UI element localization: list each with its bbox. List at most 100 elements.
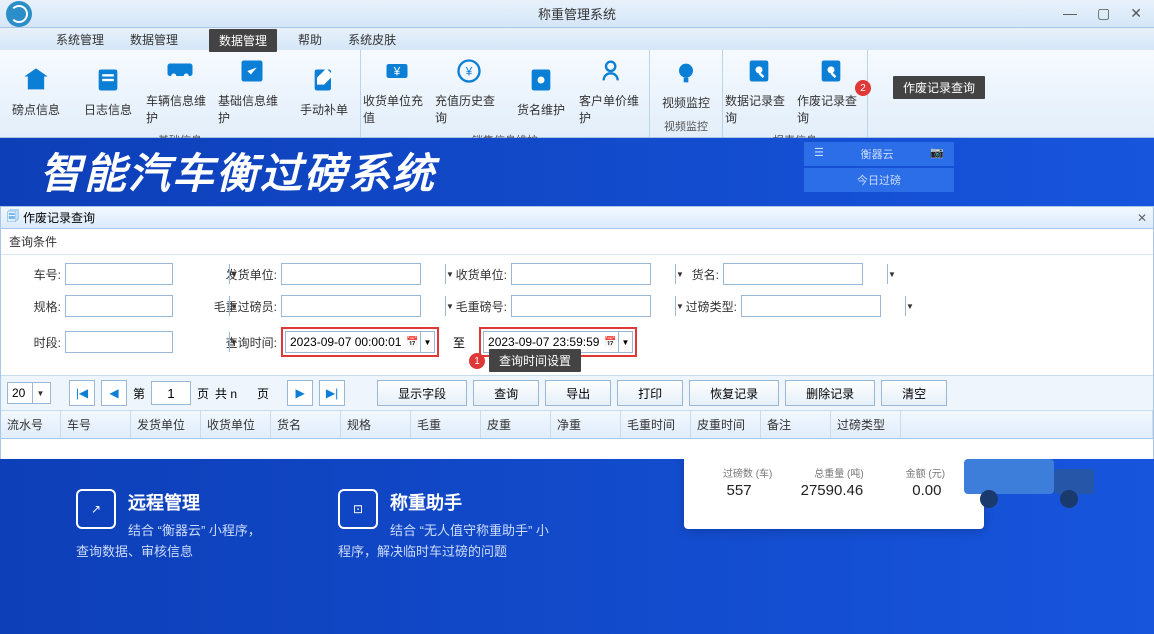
menu-data[interactable]: 数据管理 bbox=[120, 29, 188, 50]
input-from-date[interactable]: 📅▼ bbox=[285, 331, 435, 353]
input-period[interactable]: ▼ bbox=[65, 331, 173, 353]
query-button[interactable]: 查询 bbox=[473, 380, 539, 406]
label-di: 第 bbox=[133, 385, 145, 402]
col-net: 净重 bbox=[551, 411, 621, 438]
last-page-button[interactable]: ▶| bbox=[319, 380, 345, 406]
col-tare: 皮重 bbox=[481, 411, 551, 438]
input-spec[interactable]: ▼ bbox=[65, 295, 173, 317]
input-weigh-type[interactable]: ▼ bbox=[741, 295, 881, 317]
maximize-button[interactable]: ▢ bbox=[1091, 3, 1116, 24]
col-serial: 流水号 bbox=[1, 411, 61, 438]
panel-icon: 🗐 bbox=[7, 207, 19, 228]
dropdown-icon[interactable]: ▼ bbox=[229, 296, 238, 316]
dropdown-icon[interactable]: ▼ bbox=[445, 296, 454, 316]
delete-button[interactable]: 删除记录 bbox=[785, 380, 875, 406]
show-fields-button[interactable]: 显示字段 bbox=[377, 380, 467, 406]
panel-title: 作废记录查询 bbox=[23, 209, 95, 226]
window-controls: — ▢ ✕ bbox=[1057, 3, 1148, 24]
dropdown-icon[interactable]: ▼ bbox=[229, 332, 238, 352]
void-query-panel: 🗐 作废记录查询 ✕ 查询条件 车号: ▼ 发货单位: ▼ 收货单位: ▼ 货名… bbox=[0, 206, 1154, 472]
btn-vehicle-info[interactable]: 车辆信息维护 bbox=[144, 50, 216, 130]
page-size-select[interactable]: ▼ bbox=[7, 382, 51, 404]
btn-log-info[interactable]: 日志信息 bbox=[72, 50, 144, 130]
print-button[interactable]: 打印 bbox=[617, 380, 683, 406]
banner: 智能汽车衡过磅系统 ☰衡器云📷 今日过磅 bbox=[0, 138, 1154, 206]
menu-help[interactable]: 帮助 bbox=[288, 29, 332, 50]
scale-icon: ⊡ bbox=[338, 489, 378, 529]
label-ye: 页 bbox=[197, 385, 209, 402]
search-section-title: 查询条件 bbox=[1, 229, 1153, 255]
col-gross: 毛重 bbox=[411, 411, 481, 438]
clear-button[interactable]: 清空 bbox=[881, 380, 947, 406]
btn-recharge-history[interactable]: ¥充值历史查询 bbox=[433, 50, 505, 130]
input-shipper[interactable]: ▼ bbox=[281, 263, 421, 285]
col-vehicle: 车号 bbox=[61, 411, 131, 438]
menu-system[interactable]: 系统管理 bbox=[46, 29, 114, 50]
table-header: 流水号 车号 发货单位 收货单位 货名 规格 毛重 皮重 净重 毛重时间 皮重时… bbox=[1, 411, 1153, 439]
label-spec: 规格: bbox=[11, 298, 61, 315]
btn-goods-maintain[interactable]: 货名维护 bbox=[505, 50, 577, 130]
close-button[interactable]: ✕ bbox=[1124, 3, 1148, 24]
calendar-icon[interactable]: 📅 bbox=[604, 337, 618, 348]
panel-close-button[interactable]: ✕ bbox=[1137, 211, 1147, 225]
dropdown-icon[interactable]: ▼ bbox=[675, 296, 684, 316]
footer-banner: ↗ 远程管理 结合 “衡器云” 小程序，查询数据、审核信息 ⊡ 称重助手 结合 … bbox=[0, 459, 1154, 634]
input-receiver[interactable]: ▼ bbox=[511, 263, 651, 285]
col-gross-time: 毛重时间 bbox=[621, 411, 691, 438]
annotation-label-2: 作废记录查询 bbox=[893, 76, 985, 99]
annotation-badge-2: 2 bbox=[855, 80, 871, 96]
pager-row: ▼ |◀ ◀ 第 页 共 n 页 ▶ ▶| 显示字段 查询 导出 打印 恢复记录… bbox=[1, 375, 1153, 411]
dropdown-icon[interactable]: ▼ bbox=[905, 296, 914, 316]
dropdown-icon[interactable]: ▼ bbox=[420, 332, 434, 352]
btn-data-query[interactable]: 数据记录查询 bbox=[723, 50, 795, 130]
annotation-label-1: 数据管理 bbox=[209, 29, 277, 52]
remote-icon: ↗ bbox=[76, 489, 116, 529]
from-date-highlight: 📅▼ bbox=[281, 327, 439, 357]
btn-manual-supplement[interactable]: 手动补单 bbox=[288, 50, 360, 130]
minimize-button[interactable]: — bbox=[1057, 3, 1083, 24]
col-goods: 货名 bbox=[271, 411, 341, 438]
dropdown-icon[interactable]: ▼ bbox=[445, 264, 454, 284]
group-label-video: 视频监控 bbox=[650, 116, 722, 137]
banner-title: 智能汽车衡过磅系统 bbox=[40, 140, 436, 201]
dropdown-icon[interactable]: ▼ bbox=[618, 332, 632, 352]
dropdown-icon[interactable]: ▼ bbox=[887, 264, 896, 284]
annotation-badge-time: 1 bbox=[469, 353, 485, 369]
menu-skin[interactable]: 系统皮肤 bbox=[338, 29, 406, 50]
first-page-button[interactable]: |◀ bbox=[69, 380, 95, 406]
btn-video-monitor[interactable]: 视频监控 bbox=[650, 50, 722, 116]
export-button[interactable]: 导出 bbox=[545, 380, 611, 406]
toolbar-group-video: 视频监控 视频监控 bbox=[650, 50, 723, 137]
footer-card-assistant: ⊡ 称重助手 结合 “无人值守称重助手” 小程序，解决临时车过磅的问题 bbox=[338, 489, 598, 563]
input-vehicle[interactable]: ▼ bbox=[65, 263, 173, 285]
menu-bar: 系统管理 数据管理 附加工具 帮助 系统皮肤 数据管理 bbox=[0, 28, 1154, 50]
col-shipper: 发货单位 bbox=[131, 411, 201, 438]
btn-basic-info[interactable]: 基础信息维护 bbox=[216, 50, 288, 130]
receipt-card: 过磅数 (车) 总重量 (吨) 金额 (元) 557 27590.46 0.00 bbox=[684, 459, 984, 529]
dropdown-icon[interactable]: ▼ bbox=[229, 264, 238, 284]
btn-customer-price[interactable]: 客户单价维护 bbox=[577, 50, 649, 130]
toolbar-group-sales: ¥收货单位充值 ¥充值历史查询 货名维护 客户单价维护 销售信息维护 bbox=[361, 50, 650, 137]
annotation-label-time: 查询时间设置 bbox=[489, 349, 581, 372]
toolbar: 磅点信息 日志信息 车辆信息维护 基础信息维护 手动补单 基础信息 ¥收货单位充… bbox=[0, 50, 1154, 138]
svg-text:¥: ¥ bbox=[465, 66, 473, 79]
btn-recharge[interactable]: ¥收货单位充值 bbox=[361, 50, 433, 130]
window-title: 称重管理系统 bbox=[538, 4, 616, 23]
btn-point-info[interactable]: 磅点信息 bbox=[0, 50, 72, 130]
restore-button[interactable]: 恢复记录 bbox=[689, 380, 779, 406]
app-logo bbox=[6, 1, 32, 27]
col-receiver: 收货单位 bbox=[201, 411, 271, 438]
input-gross-operator[interactable]: ▼ bbox=[281, 295, 421, 317]
prev-page-button[interactable]: ◀ bbox=[101, 380, 127, 406]
col-blank bbox=[901, 411, 1153, 438]
col-weigh-type: 过磅类型 bbox=[831, 411, 901, 438]
search-body: 车号: ▼ 发货单位: ▼ 收货单位: ▼ 货名: ▼ 规格: ▼ 毛重过磅员:… bbox=[1, 255, 1153, 375]
input-goods[interactable]: ▼ bbox=[723, 263, 863, 285]
dropdown-icon[interactable]: ▼ bbox=[675, 264, 684, 284]
input-gross-point[interactable]: ▼ bbox=[511, 295, 651, 317]
next-page-button[interactable]: ▶ bbox=[287, 380, 313, 406]
page-number-input[interactable] bbox=[151, 381, 191, 405]
dropdown-icon[interactable]: ▼ bbox=[32, 383, 48, 403]
calendar-icon[interactable]: 📅 bbox=[406, 337, 420, 348]
label-ye2: 页 bbox=[257, 385, 269, 402]
